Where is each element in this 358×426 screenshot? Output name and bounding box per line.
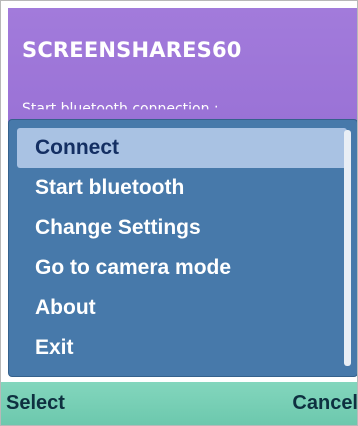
- options-menu: Connect Start bluetooth Change Settings …: [8, 119, 358, 377]
- menu-item-exit[interactable]: Exit: [17, 328, 347, 368]
- title-bar: SCREENSHARES60 Start bluetooth connectio…: [8, 8, 358, 124]
- softkey-bar: Select Cancel: [0, 382, 358, 426]
- select-softkey[interactable]: Select: [6, 392, 65, 415]
- menu-list: Connect Start bluetooth Change Settings …: [17, 128, 347, 368]
- status-subtitle: Start bluetooth connection :: [22, 101, 219, 117]
- menu-scrollbar[interactable]: [344, 130, 351, 366]
- menu-item-connect[interactable]: Connect: [17, 128, 347, 168]
- menu-item-change-settings[interactable]: Change Settings: [17, 208, 347, 248]
- menu-item-start-bluetooth[interactable]: Start bluetooth: [17, 168, 347, 208]
- scrollbar-thumb[interactable]: [344, 130, 351, 366]
- phone-screen: SCREENSHARES60 Start bluetooth connectio…: [0, 0, 358, 426]
- menu-item-about[interactable]: About: [17, 288, 347, 328]
- cancel-softkey[interactable]: Cancel: [292, 392, 358, 415]
- menu-item-camera-mode[interactable]: Go to camera mode: [17, 248, 347, 288]
- app-title: SCREENSHARES60: [22, 38, 242, 62]
